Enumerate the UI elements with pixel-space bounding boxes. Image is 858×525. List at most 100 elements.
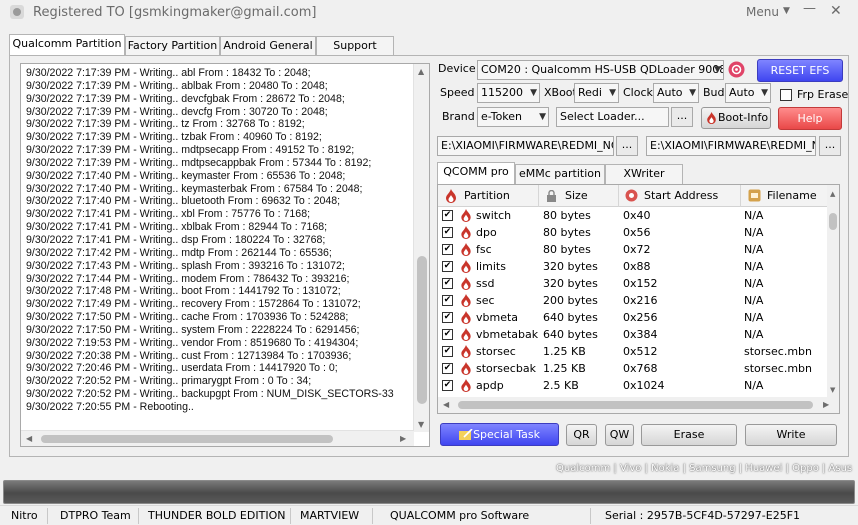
table-horizontal-scrollbar[interactable]: ◀ ▶ bbox=[438, 397, 839, 413]
table-row[interactable]: ✔ ssd 320 bytes 0x152 N/A bbox=[438, 275, 828, 292]
log-line: 9/30/2022 7:17:40 PM - Writing.. keymast… bbox=[26, 182, 363, 195]
scroll-thumb[interactable] bbox=[829, 213, 837, 230]
cell-size: 320 bytes bbox=[543, 260, 598, 273]
device-select[interactable]: COM20 : Qualcomm HS-USB QDLoader 9008 ▼ bbox=[477, 60, 724, 80]
column-filename-label: Filename bbox=[767, 189, 817, 202]
scroll-right-icon[interactable]: ▶ bbox=[823, 400, 829, 409]
menu-button[interactable]: Menu bbox=[746, 5, 779, 19]
tab-qualcomm-partition[interactable]: Qualcomm Partition bbox=[9, 34, 125, 57]
supported-brands: Qualcomm | Vivo | Nokia | Samsung | Huaw… bbox=[556, 463, 853, 474]
row-checkbox[interactable]: ✔ bbox=[442, 363, 453, 374]
scroll-right-icon[interactable]: ▶ bbox=[400, 434, 406, 443]
qr-button[interactable]: QR bbox=[566, 424, 597, 446]
qw-button[interactable]: QW bbox=[605, 424, 634, 446]
scroll-thumb[interactable] bbox=[417, 256, 427, 404]
special-task-button[interactable]: Special Task bbox=[440, 423, 559, 446]
scroll-left-icon[interactable]: ◀ bbox=[443, 400, 449, 409]
row-checkbox[interactable]: ✔ bbox=[442, 312, 453, 323]
bud-select[interactable]: Auto ▼ bbox=[725, 83, 771, 103]
row-checkbox[interactable]: ✔ bbox=[442, 261, 453, 272]
row-checkbox[interactable]: ✔ bbox=[442, 244, 453, 255]
close-button[interactable]: ✕ bbox=[830, 3, 846, 19]
log-output[interactable]: 9/30/2022 7:17:39 PM - Writing.. abl Fro… bbox=[20, 63, 430, 447]
row-checkbox[interactable]: ✔ bbox=[442, 210, 453, 221]
clock-label: Clock bbox=[623, 86, 653, 99]
log-lines: 9/30/2022 7:17:39 PM - Writing.. abl Fro… bbox=[26, 67, 414, 414]
log-vertical-scrollbar[interactable]: ▲ ▼ bbox=[413, 64, 429, 432]
xboot-select[interactable]: Redi ▼ bbox=[574, 83, 619, 103]
refresh-port-icon[interactable] bbox=[728, 61, 745, 78]
table-row[interactable]: ✔ storsecbak 1.25 KB 0x768 storsec.mbn bbox=[438, 360, 828, 377]
chevron-down-icon: ▼ bbox=[714, 65, 721, 75]
column-partition[interactable]: Partition bbox=[438, 185, 539, 207]
column-size[interactable]: Size bbox=[539, 185, 619, 207]
scroll-thumb[interactable] bbox=[41, 435, 333, 443]
reset-efs-button[interactable]: RESET EFS bbox=[757, 59, 843, 82]
row-checkbox[interactable]: ✔ bbox=[442, 346, 453, 357]
table-row[interactable]: ✔ storsec 1.25 KB 0x512 storsec.mbn bbox=[438, 343, 828, 360]
column-filename[interactable]: Filename bbox=[741, 185, 828, 207]
row-checkbox[interactable]: ✔ bbox=[442, 227, 453, 238]
table-row[interactable]: ✔ apdp 2.5 KB 0x1024 N/A bbox=[438, 377, 828, 394]
boot-info-button[interactable]: Boot-Info bbox=[701, 107, 771, 129]
log-line: 9/30/2022 7:17:42 PM - Writing.. mdtp Fr… bbox=[26, 246, 332, 259]
row-checkbox[interactable]: ✔ bbox=[442, 329, 453, 340]
table-row[interactable]: ✔ vbmetabak 640 bytes 0x384 N/A bbox=[438, 326, 828, 343]
tab-android-general[interactable]: Android General bbox=[220, 36, 316, 56]
status-separator bbox=[372, 508, 373, 524]
partition-table[interactable]: Partition Size Start Address Filename ✔ s… bbox=[437, 184, 840, 414]
log-horizontal-scrollbar[interactable]: ◀ ▶ bbox=[21, 430, 414, 446]
column-start-address[interactable]: Start Address bbox=[619, 185, 741, 207]
row-checkbox[interactable]: ✔ bbox=[442, 380, 453, 391]
scroll-down-icon[interactable]: ▼ bbox=[418, 420, 424, 429]
brand-value: e-Token bbox=[481, 110, 523, 123]
write-button[interactable]: Write bbox=[745, 424, 837, 446]
tab-qcomm-pro[interactable]: QCOMM pro bbox=[437, 162, 515, 184]
cell-size: 80 bytes bbox=[543, 243, 591, 256]
log-line: 9/30/2022 7:17:39 PM - Writing.. ablbak … bbox=[26, 79, 328, 92]
path-1-browse-button[interactable]: ... bbox=[616, 136, 638, 156]
table-row[interactable]: ✔ dpo 80 bytes 0x56 N/A bbox=[438, 224, 828, 241]
scroll-left-icon[interactable]: ◀ bbox=[26, 434, 32, 443]
tab-factory-partition[interactable]: Factory Partition bbox=[125, 36, 220, 56]
scroll-up-icon[interactable]: ▲ bbox=[418, 67, 424, 76]
flame-icon bbox=[460, 311, 472, 324]
scroll-down-icon[interactable]: ▼ bbox=[830, 386, 835, 394]
erase-button[interactable]: Erase bbox=[641, 424, 737, 446]
clock-select[interactable]: Auto ▼ bbox=[653, 83, 699, 103]
tab-emmc-partition[interactable]: eMMc partition bbox=[515, 164, 605, 184]
chevron-down-icon[interactable]: ▼ bbox=[783, 6, 790, 16]
table-row[interactable]: ✔ vbmeta 640 bytes 0x256 N/A bbox=[438, 309, 828, 326]
log-line: 9/30/2022 7:20:38 PM - Writing.. cust Fr… bbox=[26, 349, 352, 362]
minimize-button[interactable]: — bbox=[803, 1, 819, 17]
brand-select[interactable]: e-Token ▼ bbox=[477, 107, 549, 127]
row-checkbox[interactable]: ✔ bbox=[442, 278, 453, 289]
firmware-path-2[interactable]: E:\XIAOMI\FIRMWARE\REDMI_NO bbox=[646, 136, 816, 156]
device-label: Device bbox=[438, 62, 476, 75]
frp-erase-checkbox[interactable] bbox=[780, 89, 792, 101]
help-button[interactable]: Help bbox=[778, 107, 842, 130]
table-row[interactable]: ✔ sec 200 bytes 0x216 N/A bbox=[438, 292, 828, 309]
table-row[interactable]: ✔ switch 80 bytes 0x40 N/A bbox=[438, 207, 828, 224]
loader-field[interactable]: Select Loader... bbox=[556, 107, 669, 127]
tab-support[interactable]: Support bbox=[316, 36, 394, 56]
flame-icon bbox=[460, 345, 472, 358]
scroll-thumb[interactable] bbox=[458, 401, 813, 409]
path-2-browse-button[interactable]: ... bbox=[819, 136, 841, 156]
log-line: 9/30/2022 7:17:40 PM - Writing.. keymast… bbox=[26, 169, 346, 182]
cell-start-address: 0x56 bbox=[623, 226, 651, 239]
table-row[interactable]: ✔ limits 320 bytes 0x88 N/A bbox=[438, 258, 828, 275]
cell-partition: apdp bbox=[476, 379, 504, 392]
log-line: 9/30/2022 7:17:39 PM - Writing.. tz From… bbox=[26, 118, 305, 131]
table-vertical-scrollbar[interactable]: ▲ ▼ bbox=[827, 185, 839, 397]
scroll-up-icon[interactable]: ▲ bbox=[830, 190, 835, 198]
row-checkbox[interactable]: ✔ bbox=[442, 295, 453, 306]
cell-partition: fsc bbox=[476, 243, 492, 256]
loader-browse-button[interactable]: ... bbox=[671, 107, 693, 127]
table-row[interactable]: ✔ fsc 80 bytes 0x72 N/A bbox=[438, 241, 828, 258]
column-start-address-label: Start Address bbox=[644, 189, 719, 202]
speed-select[interactable]: 115200 ▼ bbox=[477, 83, 540, 103]
tab-xwriter[interactable]: XWriter bbox=[605, 164, 683, 184]
address-icon bbox=[625, 189, 638, 202]
firmware-path-1[interactable]: E:\XIAOMI\FIRMWARE\REDMI_NO bbox=[437, 136, 614, 156]
